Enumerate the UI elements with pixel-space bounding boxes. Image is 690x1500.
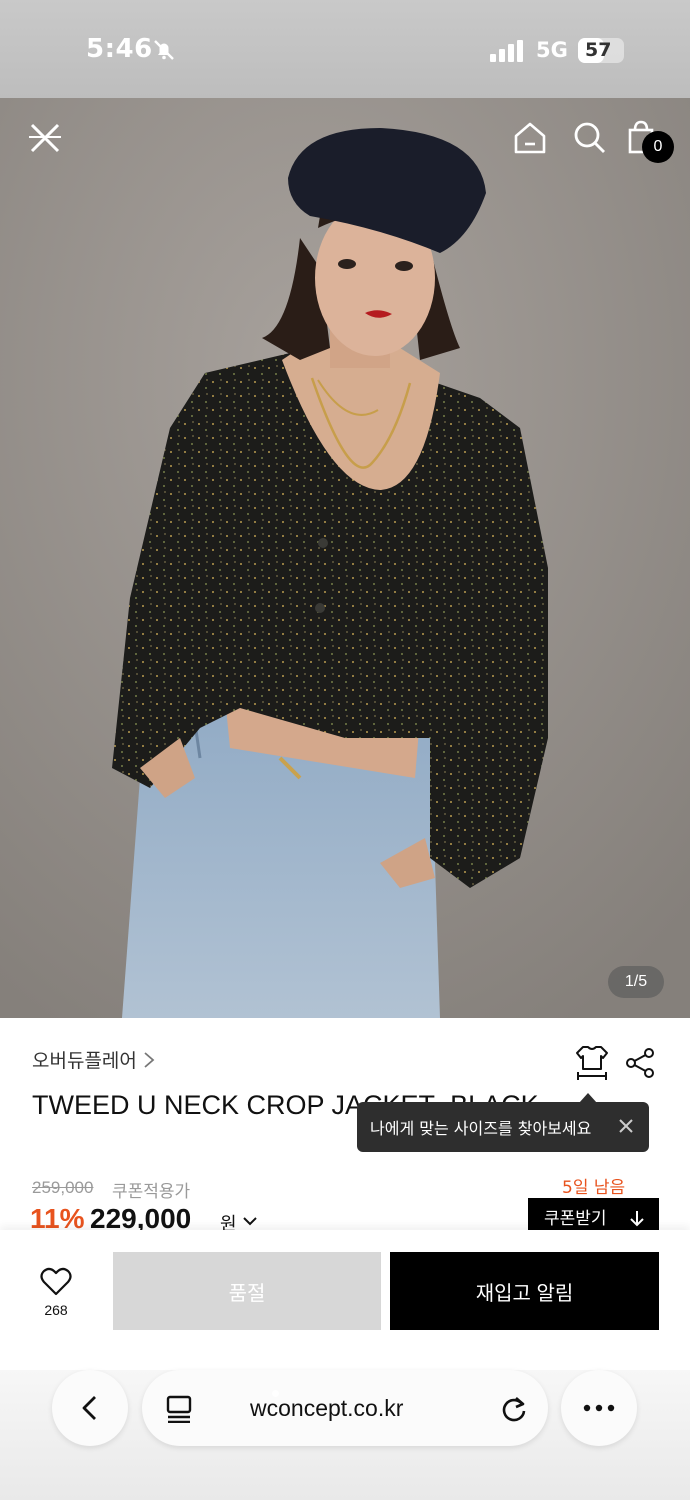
image-counter: 1/5	[608, 966, 664, 998]
coupon-button-label: 쿠폰받기	[544, 1209, 607, 1229]
home-icon[interactable]	[510, 118, 550, 158]
heart-icon[interactable]	[40, 1267, 72, 1297]
product-photo	[0, 98, 690, 1018]
brand-name: 오버듀플레어	[32, 1050, 137, 1072]
network-type: 5G	[536, 38, 568, 62]
back-button[interactable]	[52, 1370, 128, 1446]
status-bar: 5:46 5G 57	[0, 0, 690, 98]
chevron-right-icon	[144, 1051, 155, 1068]
more-button[interactable]	[561, 1370, 637, 1446]
product-page: 5:46 5G 57 0 1/5 오버듀플레어 TWEED U NECK CRO…	[0, 0, 690, 1500]
search-icon[interactable]	[570, 118, 610, 158]
close-icon[interactable]	[25, 118, 65, 158]
size-tooltip-text: 나에게 맞는 사이즈를 찾아보세요	[370, 1119, 592, 1138]
status-time: 5:46	[86, 34, 153, 64]
restock-alert-button[interactable]: 재입고 알림	[390, 1252, 659, 1330]
battery-level: 57	[585, 39, 612, 61]
tabs-icon[interactable]	[166, 1395, 192, 1423]
signal-icon	[490, 40, 523, 62]
coupon-price-label: 쿠폰적용가	[112, 1182, 191, 1202]
url-text: wconcept.co.kr	[250, 1395, 404, 1421]
like-count: 268	[44, 1302, 68, 1318]
product-image[interactable]	[0, 98, 690, 1018]
battery-icon: 57	[578, 38, 624, 63]
days-left: 5일 남음	[562, 1178, 626, 1198]
brand-link[interactable]: 오버듀플레어	[32, 1046, 155, 1073]
original-price: 259,000	[32, 1178, 94, 1197]
share-icon[interactable]	[624, 1047, 656, 1079]
size-tooltip: 나에게 맞는 사이즈를 찾아보세요	[357, 1093, 649, 1152]
soldout-button[interactable]: 품절	[113, 1252, 381, 1330]
bell-off-icon	[154, 40, 174, 60]
url-lock-dot	[272, 1390, 279, 1397]
back-icon	[82, 1396, 96, 1420]
close-icon[interactable]	[615, 1115, 637, 1137]
cart-count-badge: 0	[642, 131, 674, 163]
tooltip-arrow	[579, 1093, 597, 1103]
coupon-download-button[interactable]: 쿠폰받기	[528, 1198, 659, 1232]
chevron-down-icon[interactable]	[243, 1216, 257, 1226]
download-icon	[630, 1211, 644, 1227]
more-icon	[583, 1404, 615, 1412]
refresh-icon[interactable]	[500, 1395, 528, 1423]
size-guide-icon[interactable]	[575, 1045, 609, 1081]
